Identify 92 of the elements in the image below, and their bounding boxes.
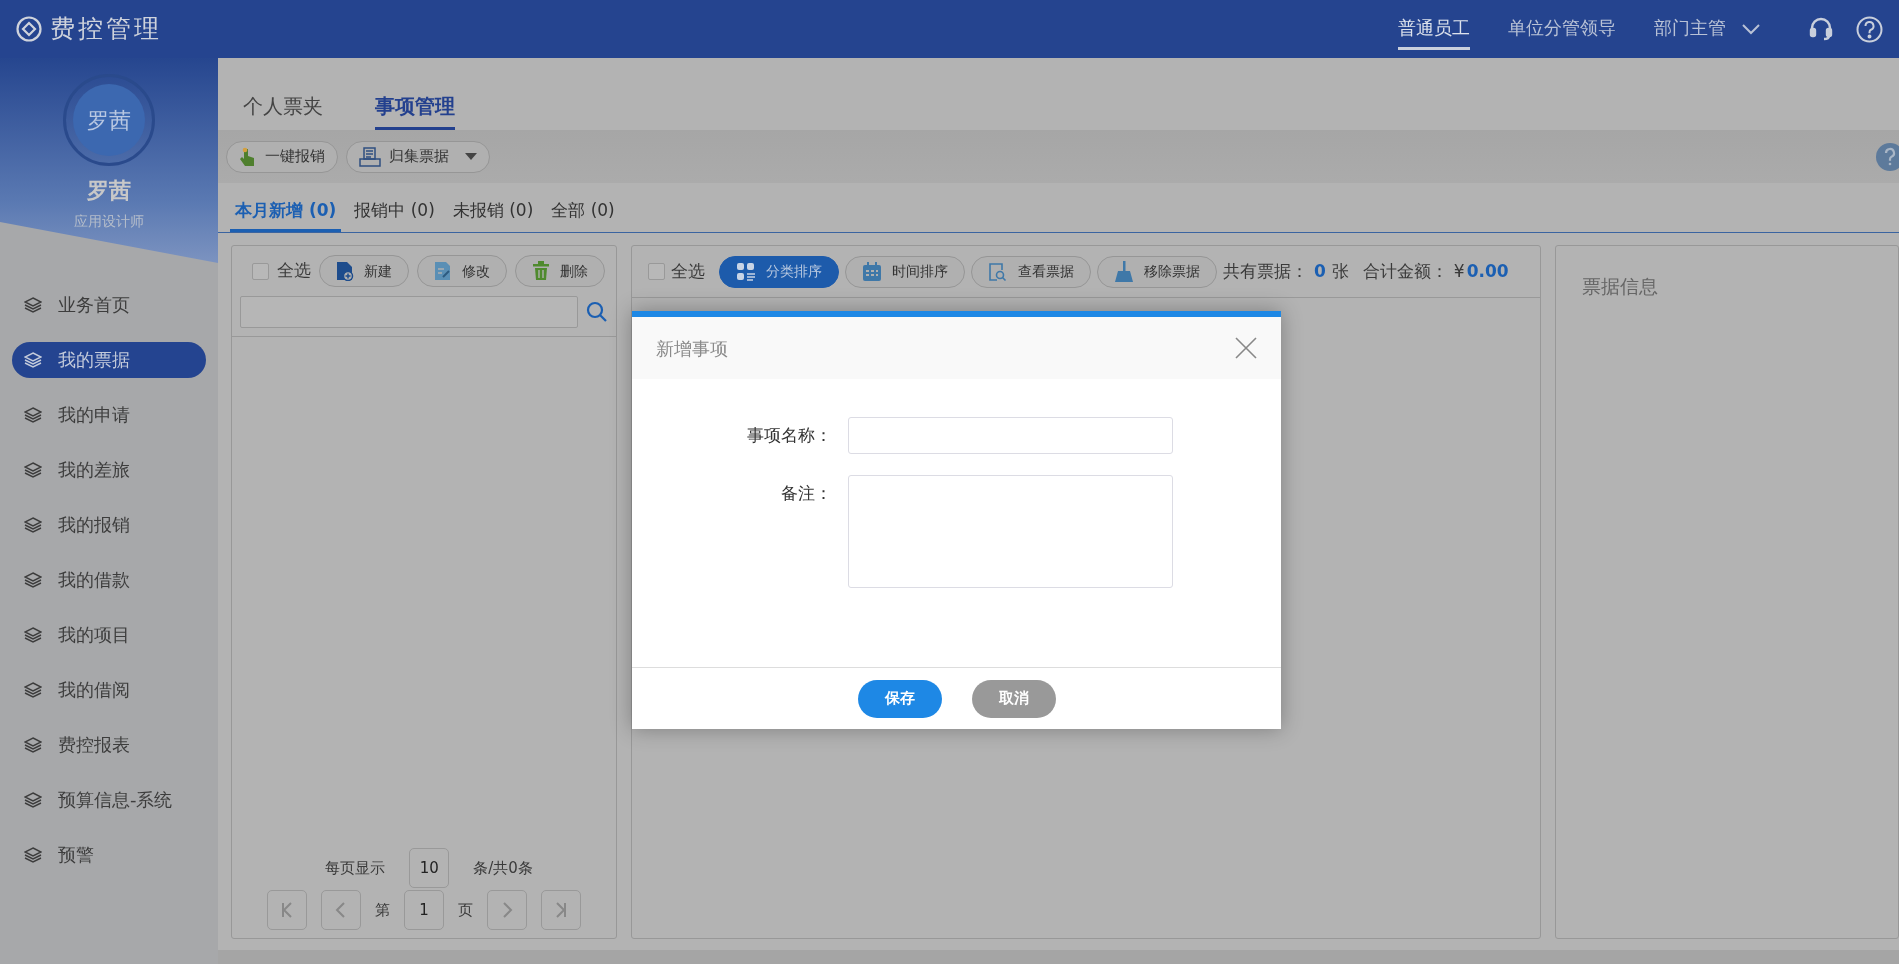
checkbox[interactable] bbox=[252, 262, 269, 280]
sort-button[interactable]: 分类排序 bbox=[719, 255, 839, 288]
sidebar-item[interactable]: 我的报销 bbox=[12, 506, 206, 543]
app-title: 费控管理 bbox=[50, 13, 162, 46]
total-count: 条/共0条 bbox=[473, 857, 533, 879]
toolbar-button[interactable]: 归集票据 bbox=[346, 140, 490, 173]
sidebar-item[interactable]: 我的借阅 bbox=[12, 671, 206, 708]
per-page-field[interactable]: 10 bbox=[409, 848, 450, 888]
edit-icon bbox=[434, 261, 452, 281]
broom-icon bbox=[1114, 260, 1134, 283]
sidebar-item[interactable]: 我的票据 bbox=[12, 341, 206, 378]
dialog-title: 新增事项 bbox=[656, 336, 728, 361]
checkbox-label: 全选 bbox=[671, 259, 705, 283]
per-page-label: 每页显示 bbox=[325, 857, 386, 879]
save-button[interactable]: 保存 bbox=[857, 679, 942, 718]
count-unit: 张 bbox=[1331, 259, 1349, 283]
layers-icon bbox=[24, 626, 42, 643]
calendar-icon bbox=[862, 261, 882, 282]
role-tab[interactable]: 单位分管领导 bbox=[1508, 8, 1616, 50]
page-unit: 页 bbox=[458, 899, 473, 921]
help-icon[interactable] bbox=[1856, 15, 1883, 43]
headset-icon[interactable] bbox=[1808, 16, 1834, 42]
search-icon[interactable] bbox=[586, 301, 608, 323]
role-tab[interactable]: 普通员工 bbox=[1398, 8, 1470, 50]
checkbox-label: 全选 bbox=[277, 259, 311, 283]
currency-sign: ¥ bbox=[1453, 259, 1465, 283]
first-page-button[interactable] bbox=[267, 890, 307, 930]
skip-start-icon bbox=[280, 901, 294, 919]
document-search-icon bbox=[988, 261, 1008, 282]
layers-icon bbox=[24, 296, 42, 313]
layers-icon bbox=[24, 516, 42, 533]
layers-icon bbox=[24, 406, 42, 423]
sidebar-item[interactable]: 我的差旅 bbox=[12, 451, 206, 488]
role-tab[interactable]: 部门主管 bbox=[1654, 8, 1726, 50]
sidebar-item[interactable]: 我的申请 bbox=[12, 396, 206, 433]
avatar: 罗茜 bbox=[73, 84, 145, 156]
amount-value: 0.00 bbox=[1466, 259, 1509, 283]
action-button[interactable]: 删除 bbox=[515, 255, 605, 287]
layers-icon bbox=[24, 681, 42, 698]
sidebar-item[interactable]: 预警 bbox=[12, 836, 206, 873]
chevron-left-icon bbox=[334, 901, 348, 919]
sidebar-item[interactable]: 我的借款 bbox=[12, 561, 206, 598]
sidebar-item[interactable]: 费控报表 bbox=[12, 726, 206, 763]
last-page-button[interactable] bbox=[541, 890, 581, 930]
search-field[interactable] bbox=[240, 296, 578, 328]
text-area[interactable] bbox=[848, 475, 1173, 588]
layers-icon bbox=[24, 351, 42, 368]
count-value: 0 bbox=[1314, 259, 1326, 283]
layers-icon bbox=[24, 736, 42, 753]
trash-icon bbox=[532, 261, 550, 281]
page-label: 第 bbox=[375, 899, 390, 921]
tab[interactable]: 个人票夹 bbox=[243, 83, 323, 130]
caret-down-icon bbox=[465, 153, 477, 160]
summary-label: 共有票据： bbox=[1223, 259, 1308, 283]
close-icon[interactable] bbox=[1235, 337, 1257, 359]
sort-button[interactable]: 时间排序 bbox=[845, 255, 965, 288]
action-button[interactable]: 新建 bbox=[319, 255, 409, 287]
next-page-button[interactable] bbox=[487, 890, 527, 930]
action-button[interactable]: 修改 bbox=[417, 255, 507, 287]
toolbar-button[interactable]: 一键报销 bbox=[226, 140, 338, 173]
panel-title: 票据信息 bbox=[1582, 275, 1658, 297]
checkbox[interactable] bbox=[648, 263, 665, 280]
hand-pointer-icon bbox=[239, 146, 257, 167]
sub-tab[interactable]: 全部 (0) bbox=[546, 191, 620, 232]
summary-label: 合计金额： bbox=[1362, 259, 1448, 283]
document-stack-icon bbox=[359, 146, 381, 167]
sidebar-item[interactable]: 我的项目 bbox=[12, 616, 206, 653]
layers-icon bbox=[24, 571, 42, 588]
page-field[interactable]: 1 bbox=[404, 890, 444, 930]
sort-button[interactable]: 查看票据 bbox=[971, 255, 1091, 288]
logo-icon bbox=[16, 16, 42, 42]
field-label: 事项名称： bbox=[746, 424, 832, 447]
sub-tab[interactable]: 报销中 (0) bbox=[349, 191, 440, 232]
layers-icon bbox=[24, 461, 42, 478]
chevron-down-icon[interactable] bbox=[1742, 23, 1760, 35]
cancel-button[interactable]: 取消 bbox=[971, 679, 1056, 718]
category-icon bbox=[736, 261, 756, 282]
user-name: 罗茜 bbox=[87, 177, 131, 205]
sidebar-item[interactable]: 预算信息-系统 bbox=[12, 781, 206, 818]
input-field[interactable] bbox=[848, 417, 1173, 454]
layers-icon bbox=[24, 791, 42, 808]
chevron-right-icon bbox=[500, 901, 514, 919]
user-title: 应用设计师 bbox=[74, 212, 144, 231]
sort-button[interactable]: 移除票据 bbox=[1097, 255, 1217, 288]
sub-tab[interactable]: 本月新增 (0) bbox=[230, 191, 342, 232]
layers-icon bbox=[24, 846, 42, 863]
new-file-icon bbox=[336, 261, 354, 281]
field-label: 备注： bbox=[780, 482, 832, 505]
skip-end-icon bbox=[554, 901, 568, 919]
prev-page-button[interactable] bbox=[321, 890, 361, 930]
sidebar-item[interactable]: 业务首页 bbox=[12, 286, 206, 323]
sub-tab[interactable]: 未报销 (0) bbox=[447, 191, 539, 232]
